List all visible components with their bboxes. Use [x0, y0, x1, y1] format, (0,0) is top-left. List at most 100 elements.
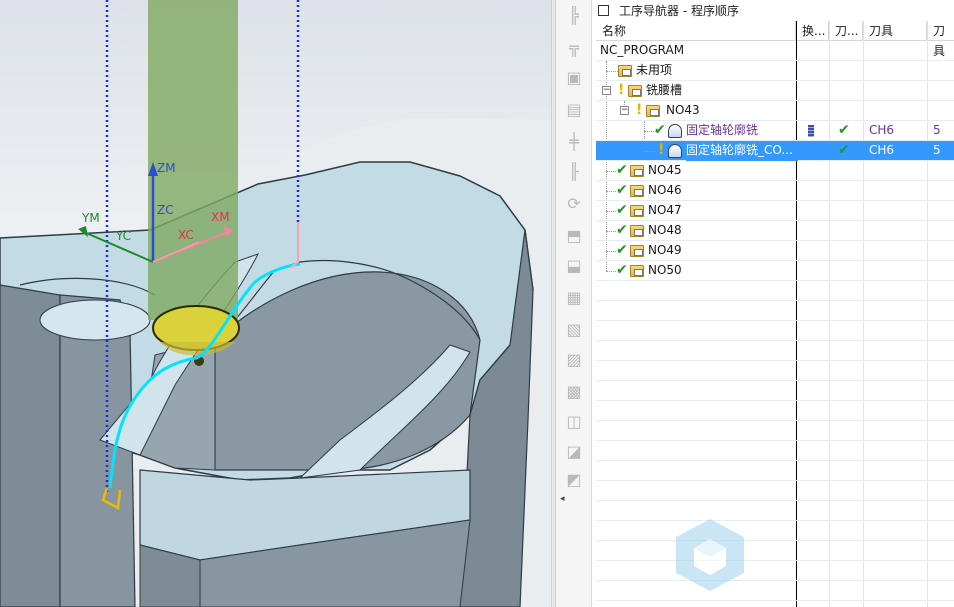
folder-icon — [630, 265, 644, 277]
empty-row — [596, 441, 954, 461]
operation-icon[interactable]: ╠ — [562, 4, 586, 26]
row-tool: CH6 — [869, 143, 895, 157]
postprocess-icon[interactable]: ▧ — [562, 318, 586, 340]
generate-icon[interactable]: ⬓ — [562, 254, 586, 276]
table-row[interactable]: ✔ NO47 — [596, 201, 954, 221]
col-change[interactable]: 换... — [796, 21, 829, 41]
shop-doc-icon[interactable]: ◫ — [562, 410, 586, 432]
collapse-icon[interactable]: − — [602, 86, 611, 95]
row-name: 未用项 — [636, 63, 673, 77]
warning-icon: ! — [658, 142, 665, 158]
paste-icon[interactable]: ▤ — [562, 98, 586, 120]
row-name: NO49 — [648, 243, 682, 257]
graphics-viewport[interactable]: ZM ZC YM YC XM XC — [0, 0, 551, 607]
table-row[interactable]: − ! NO43 — [596, 101, 954, 121]
empty-row — [596, 561, 954, 581]
col-tool[interactable]: 刀具 — [863, 21, 927, 41]
navigator-header: 名称 换... 刀... 刀具 刀具 — [596, 21, 954, 58]
simulate-icon[interactable]: ◩ — [562, 468, 586, 490]
empty-row — [596, 521, 954, 541]
program-icon[interactable]: ⟳ — [562, 192, 586, 214]
expand-toolbar-icon[interactable]: ◂ — [560, 494, 572, 506]
row-name: 铣腰槽 — [646, 83, 683, 97]
geometry-icon[interactable]: ╪ — [562, 130, 586, 152]
navigator-rows: NC_PROGRAM 未用项 − ! 铣腰槽 − ! NO43 ✔ 固定轴轮廓铣… — [596, 41, 954, 607]
check-icon: ✔ — [616, 202, 628, 218]
nx-cam-window: ZM ZC YM YC XM XC ╠ ╦ ▣ ▤ ╪ ╟ ⟳ ⬒ ⬓ ▦ ▧ … — [0, 0, 954, 607]
table-row[interactable]: 未用项 — [596, 61, 954, 81]
method-icon[interactable]: ╟ — [562, 160, 586, 182]
watermark-logo — [676, 519, 744, 591]
table-row[interactable]: ✔ 固定轴轮廓铣 ✔ CH6 5 — [596, 121, 954, 141]
table-row[interactable]: − ! 铣腰槽 — [596, 81, 954, 101]
tree-connector — [606, 271, 616, 272]
folder-icon — [630, 165, 644, 177]
copy-icon[interactable]: ▣ — [562, 66, 586, 88]
empty-row — [596, 301, 954, 321]
table-row[interactable]: ✔ NO45 — [596, 161, 954, 181]
tree-icon[interactable]: ▩ — [562, 380, 586, 402]
warning-icon: ! — [636, 102, 643, 118]
yc-axis-label: YC — [116, 229, 132, 243]
empty-row — [596, 481, 954, 501]
tree-connector — [606, 171, 616, 172]
list-icon[interactable]: ▨ — [562, 348, 586, 370]
warning-icon: ! — [618, 82, 625, 98]
part-3d-view[interactable] — [0, 0, 551, 607]
table-row-selected[interactable]: ! 固定轴轮廓铣_CO... ✔ CH6 5 — [596, 141, 954, 161]
row-name: NC_PROGRAM — [600, 43, 685, 57]
table-row[interactable]: ✔ NO49 — [596, 241, 954, 261]
xm-axis-label: XM — [211, 210, 230, 224]
path-ok-icon: ✔ — [838, 142, 850, 158]
tool-change-icon — [808, 125, 814, 137]
table-row[interactable]: ✔ NO46 — [596, 181, 954, 201]
row-name: NO48 — [648, 223, 682, 237]
row-tool: CH6 — [869, 123, 895, 137]
row-name: 固定轴轮廓铣 — [686, 123, 759, 137]
row-name: 固定轴轮廓铣_CO... — [686, 141, 798, 161]
operation-navigator: 工序导航器 - 程序顺序 名称 换... 刀... 刀具 刀具 NC_PROGR… — [592, 0, 954, 607]
row-name: NO45 — [648, 163, 682, 177]
tree-connector — [606, 251, 616, 252]
pin-icon[interactable] — [598, 4, 609, 16]
table-row[interactable]: NC_PROGRAM — [596, 41, 954, 61]
check-icon: ✔ — [616, 262, 628, 278]
path-ok-icon: ✔ — [838, 122, 850, 138]
undo-icon[interactable]: ⬒ — [562, 224, 586, 246]
folder-icon — [630, 245, 644, 257]
folder-icon — [628, 85, 642, 97]
row-name: NO43 — [666, 103, 700, 117]
row-name: NO47 — [648, 203, 682, 217]
table-row[interactable]: ✔ NO48 — [596, 221, 954, 241]
row-tool-number: 5 — [933, 143, 941, 157]
empty-row — [596, 581, 954, 601]
tool-icon[interactable]: ╦ — [562, 36, 586, 58]
tree-connector — [606, 231, 616, 232]
tree-connector — [606, 71, 618, 72]
contour-operation-icon — [668, 124, 682, 138]
empty-row — [596, 381, 954, 401]
verify-icon[interactable]: ▦ — [562, 286, 586, 308]
navigator-title-bar: 工序导航器 - 程序顺序 — [592, 0, 954, 20]
row-name: NO46 — [648, 183, 682, 197]
row-name: NO50 — [648, 263, 682, 277]
check-icon: ✔ — [654, 122, 666, 138]
empty-row — [596, 541, 954, 561]
collapse-icon[interactable]: − — [620, 106, 629, 115]
output-icon[interactable]: ◪ — [562, 440, 586, 462]
folder-icon — [618, 65, 632, 77]
zm-axis-label: ZM — [157, 161, 176, 175]
col-tool-number[interactable]: 刀具 — [927, 21, 954, 58]
col-path[interactable]: 刀... — [829, 21, 863, 41]
folder-icon — [646, 105, 660, 117]
folder-icon — [630, 205, 644, 217]
empty-row — [596, 401, 954, 421]
table-row[interactable]: ✔ NO50 — [596, 261, 954, 281]
navigator-title: 工序导航器 - 程序顺序 — [619, 3, 739, 18]
col-name[interactable]: 名称 — [596, 21, 796, 41]
check-icon: ✔ — [616, 182, 628, 198]
xc-axis-label: XC — [178, 228, 194, 242]
folder-icon — [630, 185, 644, 197]
check-icon: ✔ — [616, 242, 628, 258]
contour-operation-icon — [668, 144, 682, 158]
